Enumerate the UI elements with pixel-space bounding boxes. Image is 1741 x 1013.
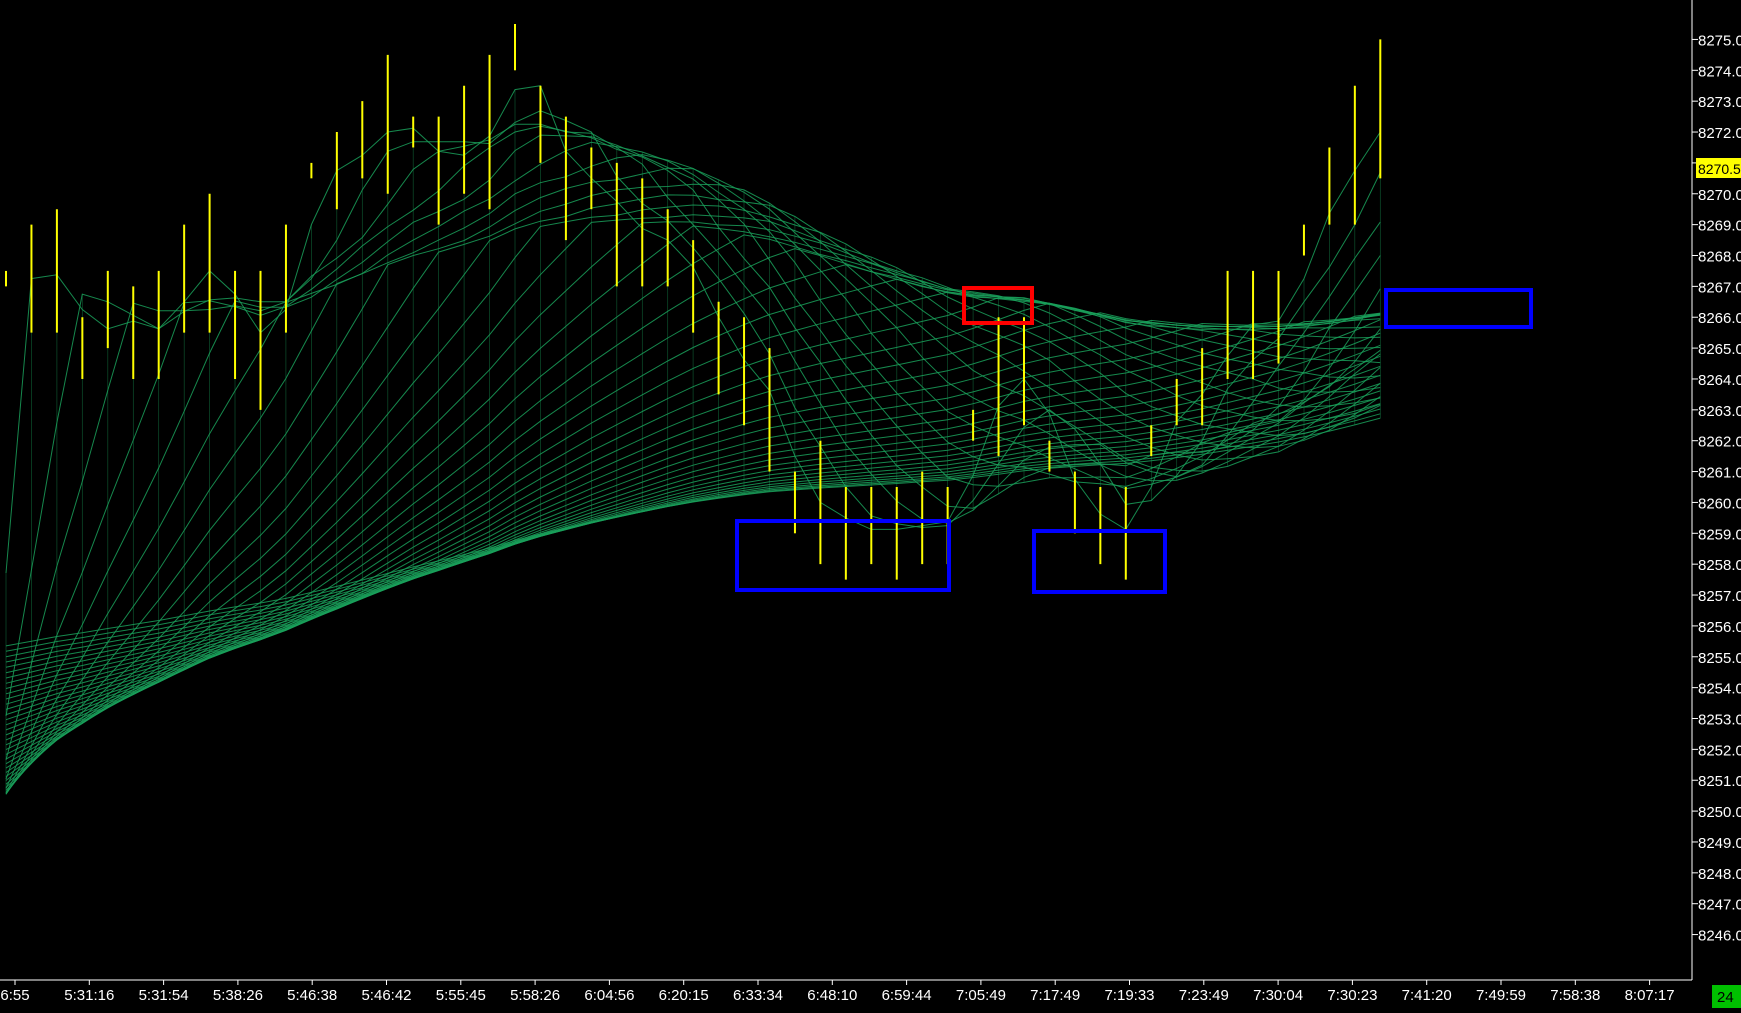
chart-area[interactable]: 8246.0 8247.0 8248.0 8249.0 8250.0 8251.0 8252… (0, 0, 1741, 1008)
price-tick-label: 8258.0 (1698, 557, 1741, 574)
time-tick-label: 6:59:44 (882, 987, 932, 1004)
price-tick-label: 8249.0 (1698, 835, 1741, 852)
time-tick-label: 7:23:49 (1179, 987, 1229, 1004)
time-tick-label: 6:48:10 (807, 987, 857, 1004)
price-tick-label: 8261.0 (1698, 465, 1741, 482)
price-tick-label: 8260.0 (1698, 495, 1741, 512)
price-tick-label: 8273.0 (1698, 94, 1741, 111)
price-tick-label: 8257.0 (1698, 588, 1741, 605)
price-tick-label: 8266.0 (1698, 310, 1741, 327)
chart-svg[interactable]: 8246.0 8247.0 8248.0 8249.0 8250.0 8251.0 8252… (0, 0, 1741, 1008)
time-tick-label: 5:46:42 (361, 987, 411, 1004)
corner-badge-text: 24 (1717, 989, 1734, 1006)
time-tick-label: 7:19:33 (1104, 987, 1154, 1004)
price-tick-label: 8252.0 (1698, 742, 1741, 759)
time-tick-label: 5:38:26 (213, 987, 263, 1004)
price-tick-label: 8272.0 (1698, 125, 1741, 142)
last-price-marker: 8270.5 (1696, 158, 1741, 178)
time-tick-label: 5:46:38 (287, 987, 337, 1004)
time-tick-label: 7:49:59 (1476, 987, 1526, 1004)
price-tick-label: 8262.0 (1698, 434, 1741, 451)
price-tick-label: 8256.0 (1698, 619, 1741, 636)
price-tick-label: 8251.0 (1698, 773, 1741, 790)
time-tick-label: 5:55:45 (436, 987, 486, 1004)
price-tick-label: 8259.0 (1698, 526, 1741, 543)
price-tick-label: 8274.0 (1698, 63, 1741, 80)
price-tick-label: 8265.0 (1698, 341, 1741, 358)
time-tick-label: 6:20:15 (659, 987, 709, 1004)
time-tick-label: 7:58:38 (1550, 987, 1600, 1004)
time-tick-label: 7:30:23 (1327, 987, 1377, 1004)
price-tick-label: 8246.0 (1698, 928, 1741, 945)
time-tick-label: 6:55 (0, 987, 29, 1004)
price-tick-label: 8250.0 (1698, 804, 1741, 821)
price-tick-label: 8275.0 (1698, 32, 1741, 49)
price-tick-label: 8267.0 (1698, 279, 1741, 296)
time-tick-label: 7:05:49 (956, 987, 1006, 1004)
price-tick-label: 8253.0 (1698, 712, 1741, 729)
price-tick-label: 8270.0 (1698, 187, 1741, 204)
time-tick-label: 5:31:16 (64, 987, 114, 1004)
price-tick-label: 8248.0 (1698, 866, 1741, 883)
time-tick-label: 6:33:34 (733, 987, 783, 1004)
time-tick-label: 7:41:20 (1402, 987, 1452, 1004)
time-tick-label: 5:31:54 (139, 987, 189, 1004)
price-tick-label: 8269.0 (1698, 218, 1741, 235)
price-tick-label: 8268.0 (1698, 249, 1741, 266)
corner-badge: 24 (1712, 985, 1741, 1008)
time-tick-label: 7:17:49 (1030, 987, 1080, 1004)
price-tick-label: 8264.0 (1698, 372, 1741, 389)
price-tick-label: 8247.0 (1698, 897, 1741, 914)
price-tick-label: 8263.0 (1698, 403, 1741, 420)
price-tick-label: 8254.0 (1698, 681, 1741, 698)
time-tick-label: 5:58:26 (510, 987, 560, 1004)
time-tick-label: 6:04:56 (584, 987, 634, 1004)
last-price-label: 8270.5 (1698, 161, 1741, 177)
time-tick-label: 8:07:17 (1625, 987, 1675, 1004)
time-tick-label: 7:30:04 (1253, 987, 1303, 1004)
price-tick-label: 8255.0 (1698, 650, 1741, 667)
